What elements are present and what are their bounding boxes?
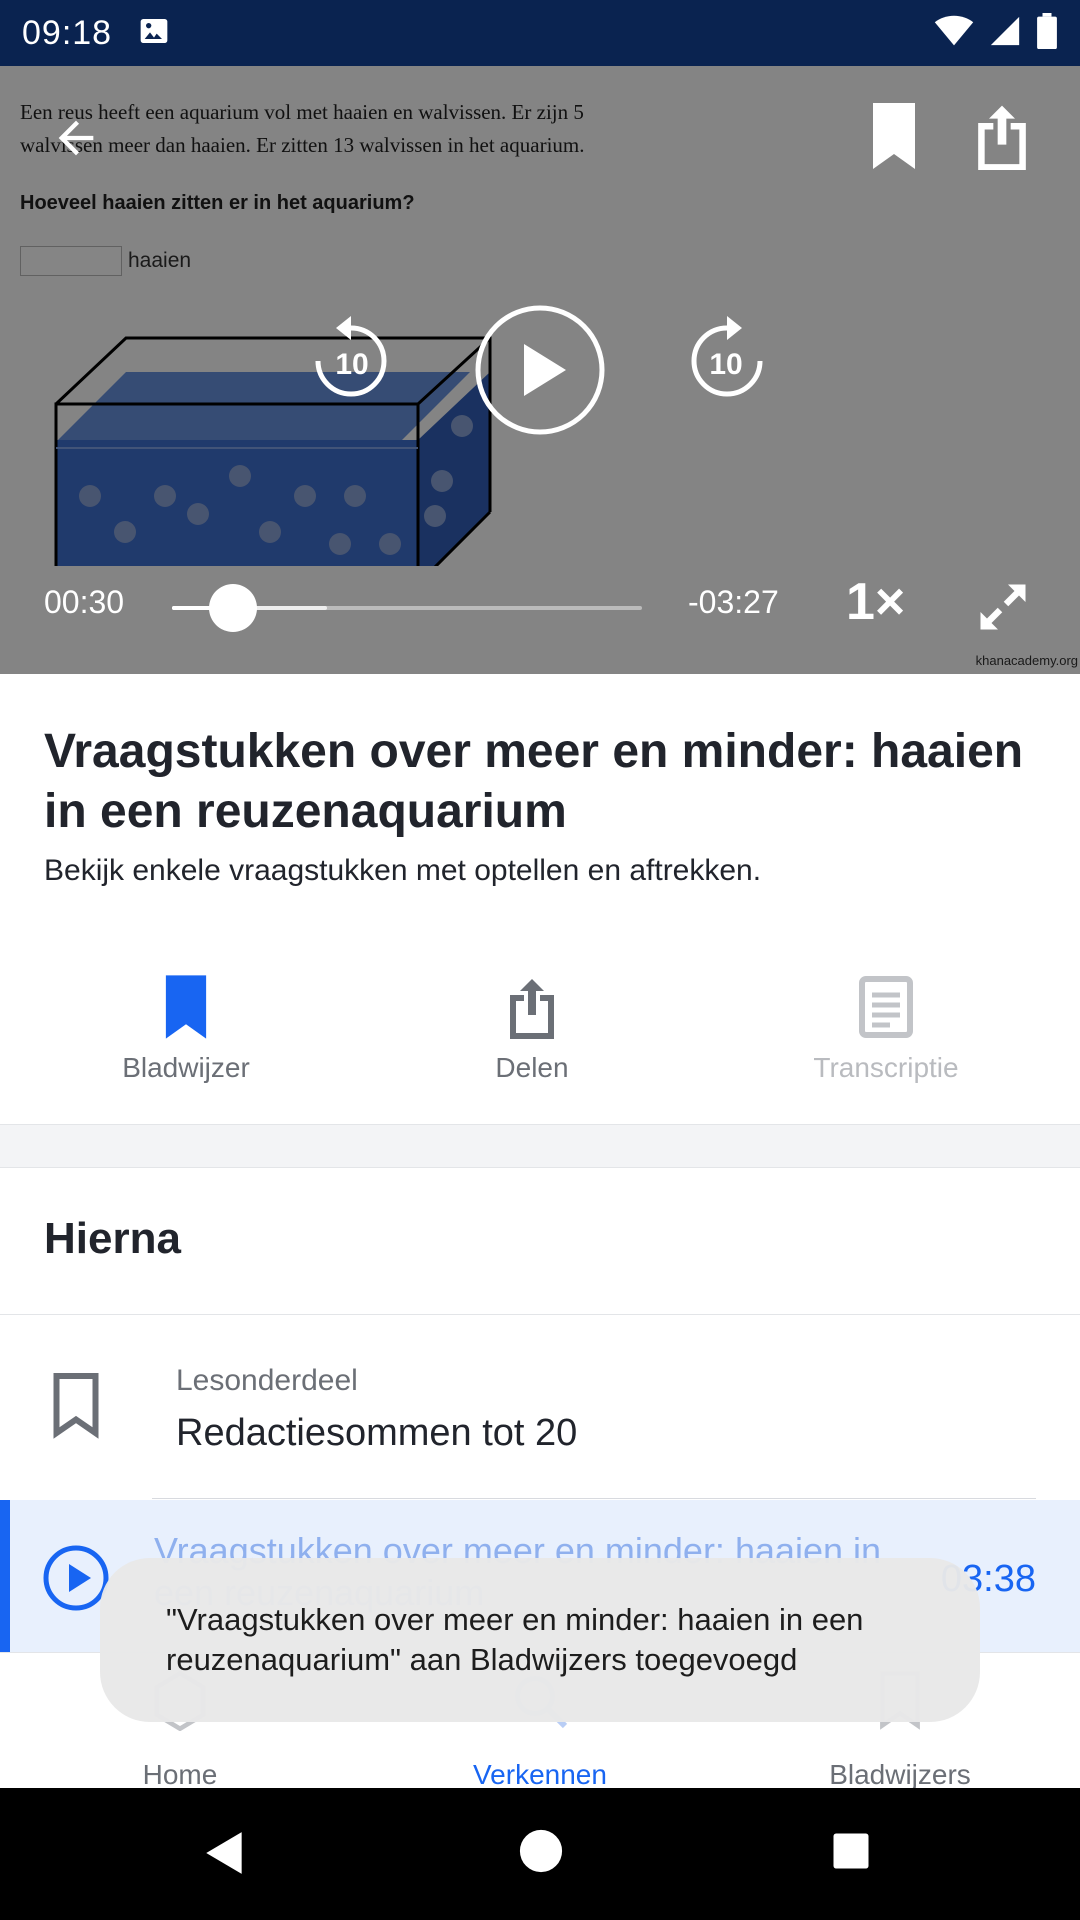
system-back-button[interactable] [200, 1828, 250, 1883]
share-icon [978, 105, 1026, 170]
seek-bar[interactable] [172, 584, 642, 632]
cell-signal-icon [988, 14, 1022, 53]
bookmark-filled-icon [165, 975, 207, 1039]
playback-speed-button[interactable]: 1× [846, 572, 905, 632]
share-action[interactable]: Delen [412, 974, 652, 1084]
fullscreen-button[interactable] [970, 574, 1036, 640]
bookmark-icon[interactable] [52, 1372, 100, 1445]
divider [152, 1498, 1036, 1499]
nav-home-label: Home [142, 1759, 218, 1790]
up-next-heading: Hierna [44, 1214, 181, 1263]
action-bar: Bladwijzer Delen Transcriptie [0, 974, 1080, 1124]
video-bookmark-button[interactable] [864, 96, 924, 176]
share-icon [510, 979, 554, 1039]
nav-explore-label: Verkennen [473, 1759, 607, 1790]
battery-icon [1036, 12, 1058, 54]
snackbar-message: "Vraagstukken over meer en minder: haaie… [166, 1602, 864, 1677]
nav-bookmarks-label: Bladwijzers [829, 1759, 971, 1790]
forward-icon: 10 [691, 316, 763, 397]
rewind-icon: 10 [315, 316, 387, 397]
fullscreen-icon [980, 584, 1026, 630]
image-notification-icon [138, 15, 170, 52]
bookmark-filled-icon [873, 103, 915, 169]
active-indicator [0, 1500, 10, 1654]
system-nav-bar [0, 1788, 1080, 1920]
play-button[interactable] [474, 304, 606, 436]
seek-thumb[interactable] [209, 584, 258, 632]
arrow-left-icon [58, 120, 94, 156]
status-time: 09:18 [22, 13, 113, 52]
bookmark-action-label: Bladwijzer [122, 1052, 250, 1083]
status-bar: 09:18 [0, 0, 1080, 66]
transcript-action[interactable]: Transcriptie [766, 974, 1006, 1084]
system-recents-button[interactable] [830, 1830, 872, 1877]
rewind-label: 10 [335, 348, 368, 381]
rewind-10-button[interactable]: 10 [306, 314, 396, 404]
play-icon [475, 305, 605, 435]
forward-10-button[interactable]: 10 [682, 314, 772, 404]
transcript-icon [859, 976, 913, 1038]
bookmark-action[interactable]: Bladwijzer [66, 974, 306, 1084]
video-share-button[interactable] [970, 96, 1034, 176]
wifi-icon [934, 15, 974, 52]
back-button[interactable] [44, 106, 108, 170]
snackbar-toast: "Vraagstukken over meer en minder: haaie… [100, 1558, 980, 1722]
forward-label: 10 [709, 348, 742, 381]
current-time: 00:30 [44, 584, 125, 620]
lesson-title: Vraagstukken over meer en minder: haaien… [44, 725, 1024, 838]
unit-row[interactable] [0, 1315, 1080, 1499]
remaining-time: -03:27 [688, 584, 779, 620]
share-action-label: Delen [495, 1052, 569, 1083]
unit-name: Redactiesommen tot 20 [176, 1412, 578, 1454]
lesson-subtitle: Bekijk enkele vraagstukken met optellen … [44, 854, 762, 887]
unit-type: Lesonderdeel [176, 1364, 358, 1397]
video-player[interactable]: Een reus heeft een aquarium vol met haai… [0, 66, 1080, 674]
system-home-button[interactable] [518, 1828, 564, 1879]
section-divider [0, 1124, 1080, 1168]
transcript-action-label: Transcriptie [813, 1052, 959, 1083]
